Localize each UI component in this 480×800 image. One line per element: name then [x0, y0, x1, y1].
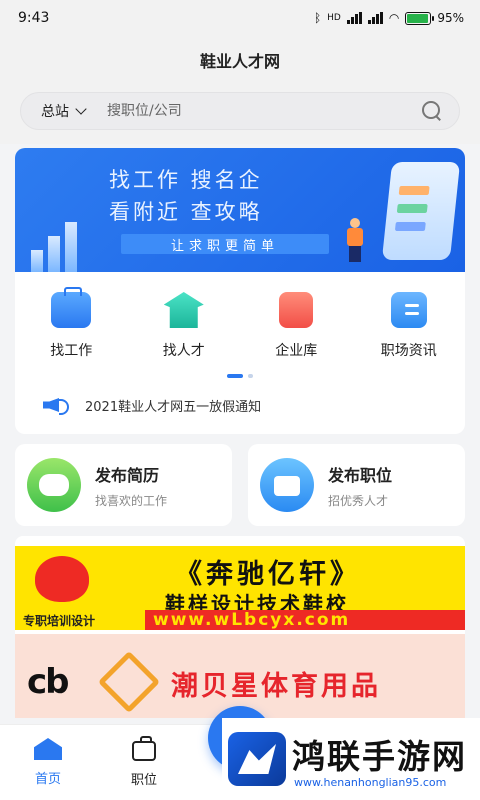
graduation-cap-icon	[163, 292, 204, 328]
battery-fill	[407, 13, 429, 23]
bar-graphic	[31, 222, 77, 272]
nav-find-job[interactable]: 找工作	[15, 287, 128, 360]
news-icon	[390, 292, 427, 328]
tab-home[interactable]: 首页	[0, 725, 96, 800]
battery-percent: 95%	[437, 11, 464, 25]
signal-icon-2	[367, 12, 383, 24]
wifi-icon: ◠	[388, 11, 400, 25]
nav-label: 企业库	[275, 343, 318, 359]
banner-subtitle: 让求职更简单	[121, 234, 329, 254]
watermark: 鸿联手游网 www.henanhonglian95.com	[222, 718, 480, 800]
tab-jobs-label: 职位	[130, 773, 157, 788]
post-actions: 发布简历 找喜欢的工作 发布职位 招优秀人才	[15, 444, 465, 526]
ad-logo: cb	[27, 662, 69, 702]
resume-icon	[27, 458, 81, 512]
tab-jobs[interactable]: 职位	[96, 725, 192, 800]
ad-section: 《奔驰亿轩》 鞋样设计技术鞋校 专职培训设计 www.wLbcyx.com cb…	[15, 536, 465, 718]
banner-line-2: 看附近 查攻略	[109, 200, 263, 224]
city-label: 总站	[41, 104, 69, 120]
banner[interactable]: 找工作 搜名企 看附近 查攻略 让求职更简单	[15, 148, 465, 272]
indicator-active	[227, 374, 243, 378]
chevron-down-icon	[75, 103, 87, 115]
page-indicator	[15, 360, 465, 388]
post-resume-card[interactable]: 发布简历 找喜欢的工作	[15, 444, 232, 526]
post-job-subtitle: 招优秀人才	[328, 493, 389, 508]
briefcase-icon	[260, 458, 314, 512]
watermark-url: www.henanhonglian95.com	[294, 776, 447, 789]
nav-label: 职场资讯	[380, 343, 437, 359]
building-icon	[279, 292, 314, 328]
nav-career-news[interactable]: 职场资讯	[353, 292, 466, 360]
hd-label: HD	[327, 13, 341, 23]
nav-label: 找人才	[162, 343, 205, 359]
notice-bar[interactable]: 2021鞋业人才网五一放假通知	[15, 388, 465, 434]
quick-nav: 找工作 找人才 企业库 职场资讯	[15, 272, 465, 360]
search-input[interactable]	[107, 103, 421, 119]
post-job-card[interactable]: 发布职位 招优秀人才	[248, 444, 465, 526]
city-selector[interactable]: 总站	[41, 101, 87, 121]
signal-icon	[346, 12, 362, 24]
home-icon	[34, 738, 62, 760]
ad-slogan: 潮贝星体育用品	[171, 671, 381, 702]
notice-text: 2021鞋业人才网五一放假通知	[85, 399, 262, 415]
nav-find-talent[interactable]: 找人才	[128, 292, 241, 360]
banner-line-1: 找工作 搜名企	[109, 168, 263, 192]
bluetooth-icon: ᛒ	[313, 11, 322, 25]
indicator-inactive	[248, 374, 253, 378]
nav-company-library[interactable]: 企业库	[240, 292, 353, 360]
nav-label: 找工作	[50, 343, 93, 359]
footprint-logo-icon	[35, 556, 89, 602]
status-icons: ᛒ HD ◠ 95%	[314, 11, 464, 25]
main-card: 找工作 搜名企 看附近 查攻略 让求职更简单 找工作 找人才 企业库 职场资讯	[15, 148, 465, 434]
post-resume-subtitle: 找喜欢的工作	[95, 493, 168, 508]
search-icon[interactable]	[421, 100, 443, 122]
watermark-title: 鸿联手游网	[292, 737, 467, 776]
speaker-icon	[41, 394, 71, 416]
person-illustration	[345, 218, 365, 264]
page-title: 鞋业人才网	[0, 36, 480, 84]
ad-banner-shoe-school[interactable]: 《奔驰亿轩》 鞋样设计技术鞋校 专职培训设计 www.wLbcyx.com	[15, 546, 465, 630]
status-bar: 9:43 ᛒ HD ◠ 95%	[0, 0, 480, 36]
watermark-logo-icon	[228, 732, 286, 786]
post-job-title: 发布职位	[328, 465, 393, 485]
briefcase-icon	[51, 287, 92, 328]
ad-strip: 专职培训设计 www.wLbcyx.com	[15, 610, 465, 630]
status-time: 9:43	[18, 10, 50, 26]
post-resume-title: 发布简历	[95, 465, 160, 485]
ad-brand: 《奔驰亿轩》	[175, 559, 361, 590]
x-logo-icon	[97, 650, 161, 714]
briefcase-icon	[132, 736, 156, 761]
tab-home-label: 首页	[34, 772, 61, 787]
battery-icon	[405, 11, 435, 25]
ad-training: 专职培训设计	[15, 610, 145, 630]
search-area: 总站	[0, 84, 480, 144]
phone-illustration	[381, 162, 461, 260]
search-bar[interactable]: 总站	[20, 92, 460, 130]
ad-url: www.wLbcyx.com	[145, 610, 465, 630]
